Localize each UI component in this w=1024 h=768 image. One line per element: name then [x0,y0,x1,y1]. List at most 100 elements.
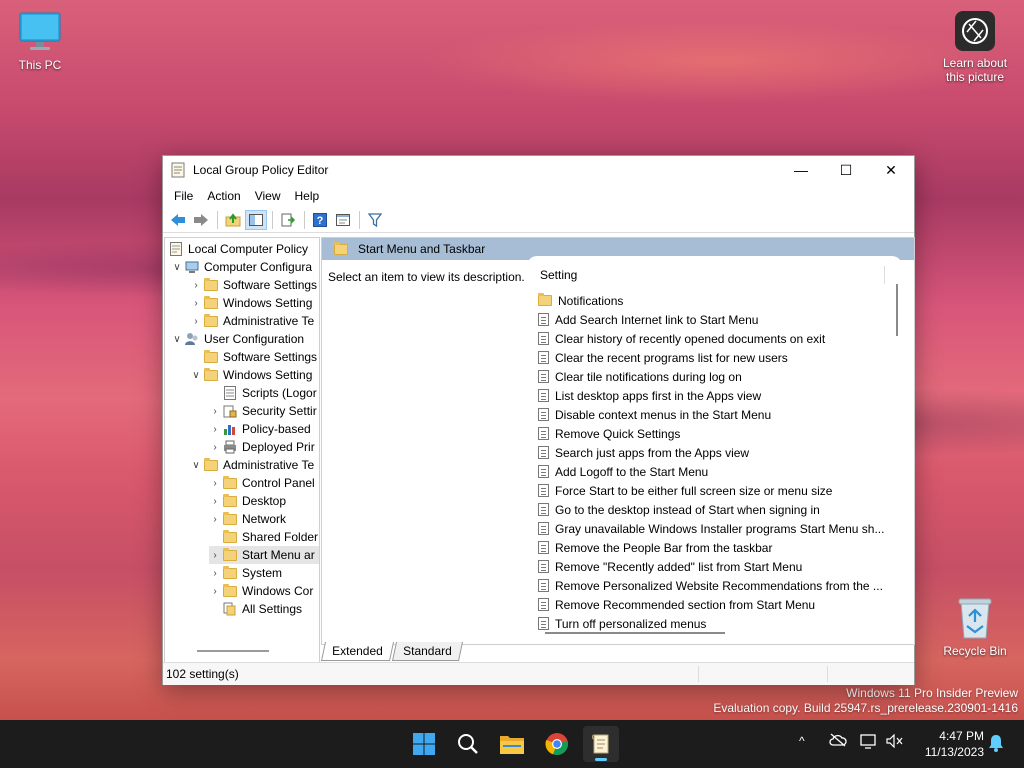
tree-item-scripts[interactable]: Scripts (Logor [223,384,317,402]
system-clock[interactable]: 4:47 PM 11/13/2023 [925,728,984,760]
desktop-icon-label-line2: this picture [945,70,1005,84]
toolbar-separator [217,211,218,229]
file-explorer-button[interactable] [494,726,530,762]
list-item[interactable]: Clear history of recently opened documen… [538,329,825,348]
vertical-scrollbar[interactable] [896,284,898,336]
filter-button[interactable] [364,210,386,230]
list-item[interactable]: Turn off personalized menus [538,614,706,633]
chevron-right-icon[interactable]: › [209,550,221,561]
close-button[interactable]: ✕ [868,156,914,184]
tree-item-all-settings[interactable]: All Settings [223,600,302,618]
tree-item-shared-folders[interactable]: Shared Folder [223,528,318,546]
list-item[interactable]: Go to the desktop instead of Start when … [538,500,820,519]
properties-button[interactable] [332,210,354,230]
chevron-right-icon[interactable]: › [190,316,202,327]
list-item[interactable]: Clear the recent programs list for new u… [538,348,788,367]
maximize-button[interactable]: ☐ [823,156,869,184]
chevron-down-icon[interactable]: ∨ [190,460,202,471]
desktop-icon-label: This PC [18,58,62,72]
desktop-icon-learn-about-picture[interactable]: Learn about this picture [935,10,1015,84]
chevron-right-icon[interactable]: › [209,568,221,579]
list-item[interactable]: Search just apps from the Apps view [538,443,749,462]
tab-standard[interactable]: Standard [391,642,463,661]
chevron-right-icon[interactable]: › [190,280,202,291]
network-icon[interactable] [860,733,878,752]
chevron-right-icon[interactable]: › [209,406,221,417]
tree-item-network[interactable]: › Network [209,510,286,528]
chevron-right-icon[interactable]: › [209,478,221,489]
tree-item-user-configuration[interactable]: ∨ User Configuration [171,330,304,348]
tree-item-computer-configuration[interactable]: ∨ Computer Configura [171,258,312,276]
list-item[interactable]: Disable context menus in the Start Menu [538,405,771,424]
chevron-down-icon[interactable]: ∨ [171,262,183,273]
search-button[interactable] [450,726,486,762]
minimize-button[interactable]: — [778,156,824,184]
list-item[interactable]: List desktop apps first in the Apps view [538,386,761,405]
tree-item-system[interactable]: › System [209,564,282,582]
menu-action[interactable]: Action [200,189,247,203]
list-item[interactable]: Force Start to be either full screen siz… [538,481,832,500]
desktop-icon-recycle-bin[interactable]: Recycle Bin [935,596,1015,658]
chevron-right-icon[interactable]: › [209,496,221,507]
list-item[interactable]: Gray unavailable Windows Installer progr… [538,519,884,538]
chevron-right-icon[interactable]: › [209,586,221,597]
list-item[interactable]: Clear tile notifications during log on [538,367,742,386]
maximize-icon: ☐ [839,161,853,178]
tree-horizontal-scrollbar[interactable] [197,650,269,652]
forward-button[interactable] [190,210,212,230]
onedrive-offline-icon[interactable] [829,733,847,750]
tree-item-windows-settings[interactable]: › Windows Setting [190,294,312,312]
export-list-button[interactable] [277,210,299,230]
show-hide-tree-button[interactable] [245,210,267,230]
menu-help[interactable]: Help [288,189,327,203]
list-item[interactable]: Remove Personalized Website Recommendati… [538,576,883,595]
notification-bell-icon[interactable] [988,734,1004,755]
list-item[interactable]: Add Logoff to the Start Menu [538,462,708,481]
tree-item-policy-based-qos[interactable]: › Policy-based [209,420,310,438]
help-button[interactable]: ? [309,210,331,230]
start-button[interactable] [406,726,442,762]
tree-item-local-computer-policy[interactable]: Local Computer Policy [169,240,308,258]
chevron-right-icon[interactable]: › [190,298,202,309]
up-folder-button[interactable] [222,210,244,230]
menu-view[interactable]: View [248,189,288,203]
tree-item-administrative-templates[interactable]: › Administrative Te [190,312,314,330]
volume-muted-icon[interactable] [886,733,904,751]
tree-item-label: Desktop [242,494,287,508]
chrome-button[interactable] [539,726,575,762]
console-tree-icon [249,214,263,226]
show-hidden-icons-chevron[interactable]: ^ [799,734,805,748]
back-button[interactable] [167,210,189,230]
title-bar[interactable]: Local Group Policy Editor — ☐ ✕ [163,156,914,184]
tab-extended[interactable]: Extended [320,642,394,661]
list-item[interactable]: Remove Quick Settings [538,424,680,443]
group-policy-editor-taskbar-button[interactable] [583,726,619,762]
desktop-icon-this-pc[interactable]: This PC [0,10,80,72]
list-item[interactable]: Remove the People Bar from the taskbar [538,538,772,557]
tree-item-desktop[interactable]: › Desktop [209,492,286,510]
security-icon [223,404,237,418]
tree-item-windows-settings[interactable]: ∨ Windows Setting [190,366,312,384]
tree-item-start-menu-and-taskbar[interactable]: › Start Menu ar [209,546,319,564]
horizontal-scrollbar[interactable] [545,632,725,634]
tree-item-software-settings[interactable]: › Software Settings [190,276,317,294]
tree-item-control-panel[interactable]: › Control Panel [209,474,315,492]
chevron-down-icon[interactable]: ∨ [171,334,183,345]
tree-item-windows-components[interactable]: › Windows Cor [209,582,313,600]
tree-item-administrative-templates[interactable]: ∨ Administrative Te [190,456,314,474]
chevron-right-icon[interactable]: › [209,514,221,525]
column-header-setting[interactable]: Setting [540,268,577,282]
tree-item-software-settings[interactable]: Software Settings [204,348,317,366]
tree-item-deployed-printers[interactable]: › Deployed Prir [209,438,314,456]
menu-file[interactable]: File [167,189,200,203]
list-item[interactable]: Remove "Recently added" list from Start … [538,557,802,576]
chevron-right-icon[interactable]: › [209,442,221,453]
chevron-right-icon[interactable]: › [209,424,221,435]
group-policy-editor-icon [592,734,609,754]
tree-item-security-settings[interactable]: › Security Settir [209,402,316,420]
list-item-folder[interactable]: Notifications [538,291,623,310]
list-item[interactable]: Add Search Internet link to Start Menu [538,310,758,329]
list-item[interactable]: Remove Recommended section from Start Me… [538,595,815,614]
chevron-down-icon[interactable]: ∨ [190,370,202,381]
clock-date: 11/13/2023 [924,745,984,759]
